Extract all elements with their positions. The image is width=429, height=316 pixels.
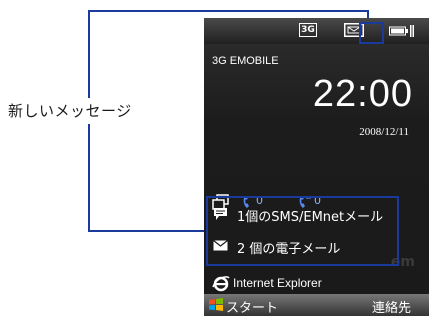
windows-start-icon[interactable] bbox=[208, 297, 224, 313]
internet-explorer-label: Internet Explorer bbox=[233, 276, 322, 290]
clock-time[interactable]: 22:00 bbox=[313, 73, 413, 116]
annotation-label: 新しいメッセージ bbox=[8, 102, 132, 120]
battery-signal-icon[interactable] bbox=[389, 24, 415, 38]
internet-explorer-item[interactable]: Internet Explorer bbox=[204, 273, 429, 295]
phone-screen: 3G 3G EMOBILE 22:00 2008/12/11 0 0 1個のSM… bbox=[204, 18, 429, 316]
notifications-highlight bbox=[206, 196, 399, 266]
clock-date: 2008/12/11 bbox=[359, 126, 409, 138]
start-softkey[interactable]: スタート bbox=[226, 297, 278, 316]
network-3g-icon[interactable]: 3G bbox=[299, 23, 317, 37]
connector-line bbox=[88, 124, 90, 232]
status-bar: 3G bbox=[204, 18, 429, 44]
connector-line bbox=[88, 10, 369, 12]
contacts-softkey[interactable]: 連絡先 bbox=[372, 297, 411, 316]
carrier-name: 3G EMOBILE bbox=[212, 55, 279, 67]
connector-line bbox=[88, 10, 90, 98]
connector-line bbox=[88, 230, 208, 232]
status-icon-highlight bbox=[359, 22, 384, 44]
internet-explorer-icon bbox=[212, 276, 230, 292]
softkey-bar: スタート 連絡先 bbox=[204, 294, 429, 316]
